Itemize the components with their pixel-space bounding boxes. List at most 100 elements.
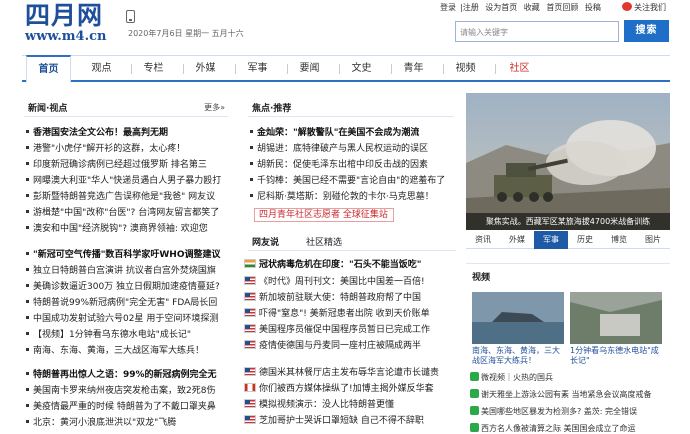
list-item[interactable]: 你们被西方媒体操纵了!加博主揭外媒反华套 [244,382,434,397]
list-item[interactable]: 网曝澳大利亚"华人"快递员遇白人男子暴力殴打 [24,174,221,189]
list-item[interactable]: 谢天雅坐上游泳公园有素 当地紧急会议高度戒备 [470,389,652,401]
tab-expo[interactable]: 博览 [602,231,636,249]
list-item[interactable]: 美国南卡罗来纳州夜店突发枪击案，致2死8伤 [24,384,215,399]
list-item[interactable]: 【视频】1分钟看乌东德水电站"成长记" [24,328,191,343]
list-item[interactable]: 千钧棒：美国已经不需要"言论自由"的遮羞布了 [248,174,445,189]
wechat-icon [470,423,479,432]
list-item[interactable]: 印度新冠确诊病例已经超过俄罗斯 排名第三 [24,158,207,173]
list-item[interactable]: 吓得"窒息"! 美新冠患者出院 收到天价账单 [244,307,430,322]
login-link[interactable]: 登录 [440,3,456,12]
list-item[interactable]: 澳安和中国"经济脱钩"? 澳商界领袖: 欢迎您 [24,222,208,237]
list-item[interactable]: 模拟视频演示：没人比特朗普更懂 [244,398,394,413]
video-caption-1[interactable]: 南海、东海、黄海，三大战区海军大练兵！ [472,346,566,366]
list-item[interactable]: 美疫情最严重的时候 特朗普为了不戴口罩夹鼻 [24,400,216,415]
list-item[interactable]: 南海、东海、黄海，三大战区海军大练兵！ [24,344,204,359]
col2-list: 金灿荣："解散警队"在美国不会成为潮流 胡锡进：底特律破产与黑人民权运动的误区 … [248,126,458,206]
tab-foreign[interactable]: 外媒 [500,231,534,249]
us-flag-icon [244,367,256,376]
tab-history[interactable]: 历史 [568,231,602,249]
nav-military[interactable]: 军事 [235,56,280,81]
list-item[interactable]: 美国哪些地区暴发为检测多? 盖茨: 完全错误 [470,406,637,418]
tab-netizen[interactable]: 网友说 [252,235,279,248]
list-item[interactable]: 胡锡进：底特律破产与黑人民权运动的误区 [248,142,428,157]
list-item[interactable]: 游楫楚"中国"改称"台医"? 台湾网友留言都笑了 [24,206,219,221]
headline-photo[interactable] [466,93,670,230]
nav-history[interactable]: 文史 [339,56,384,81]
nav-column[interactable]: 专栏 [131,56,176,81]
us-flag-icon [244,399,256,408]
col2-header: 焦点·推荐 [248,97,454,117]
logo-cn: 四月网 [25,1,104,30]
list-item[interactable]: 新加坡前驻联大使：特朗普政府帮了中国 [244,291,421,306]
list-item[interactable]: 美确诊数逼近300万 独立日假期加速疫情蔓延? [24,280,220,295]
col1-list: 香港国安法全文公布！最高判无期 港警"小虎仔"解开衫的这群，太心疼！ 印度新冠确… [24,126,230,434]
list-item[interactable]: 港警"小虎仔"解开衫的这群，太心疼！ [24,142,185,157]
col2-title: 焦点·推荐 [252,104,292,114]
search-button[interactable]: 搜索 [624,20,669,42]
us-flag-icon [244,292,256,301]
tab-pictures[interactable]: 图片 [636,231,670,249]
wechat-icon [470,389,479,398]
tab-info[interactable]: 资讯 [466,231,500,249]
list-item[interactable]: 胡新民：促使毛泽东出棺中印反击战的因素 [248,158,428,173]
nav-foreign[interactable]: 外媒 [183,56,228,81]
mobile-icon[interactable] [126,10,135,23]
list-item[interactable]: 芝加哥护士哭诉口罩短缺 自己不得不辞职 [244,414,424,429]
submit-link[interactable]: 投稿 [585,3,601,12]
review-link[interactable]: 首页回顾 [546,3,578,12]
list-item[interactable]: 微视频｜火热的国兵 [470,372,553,384]
list-item[interactable]: 中国成功发射试验六号02星 用于空间环境探测 [24,312,218,327]
list-item[interactable]: "新冠可空气传播"数百科学家吁WHO调整建议 [24,248,221,263]
tab-military[interactable]: 军事 [534,231,568,249]
logo-en: www.m4.cn [25,29,107,44]
list-item[interactable]: 疫情使德国与丹麦同一座村庄被隔成两半 [244,339,421,354]
wechat-icon [470,372,479,381]
list-item[interactable]: 西方名人像被清算之际 美国国会成立了命运 [470,423,636,434]
register-link[interactable]: 注册 [463,3,479,12]
us-flag-icon [244,324,256,333]
list-item[interactable]: 特朗普再出惊人之语：99%的新冠病例完全无 [24,368,217,383]
photo-caption[interactable]: 聚焦实战。西藏军区某旅海拔4700米战备训练 [466,213,670,230]
video-title: 视频 [472,273,491,283]
sethome-link[interactable]: 设为首页 [485,3,517,12]
favorite-link[interactable]: 收藏 [524,3,540,12]
us-flag-icon [244,340,256,349]
nav-community[interactable]: 社区 [497,56,542,81]
list-item[interactable]: 独立日特朗普白宫演讲 抗议者白宫外焚烧国旗 [24,264,216,279]
list-item[interactable]: 特朗普说99%新冠病例"完全无害" FDA局长回 [24,296,217,311]
top-links: 登录 |注册 设为首页 收藏 首页回顾 投稿 [440,3,601,12]
list-item[interactable]: 冠状病毒危机在印度："石头不能当饭吃" [244,258,421,273]
list-item[interactable]: 北京：黄河小浪底泄洪以"双龙"飞腾 [24,416,176,431]
volunteer-banner[interactable]: 四月青年社区志愿者 全球征集站 [254,208,394,222]
us-flag-icon [244,415,256,424]
video-thumb-1[interactable] [472,292,564,344]
tab-community[interactable]: 社区精选 [306,235,342,248]
list-item[interactable]: 美国程序员催促中国程序员暂日已完成工作 [244,323,430,338]
list-item[interactable]: 《时代》周刊刊文：美国比中国差一百倍! [244,275,425,290]
video-caption-2[interactable]: 1分钟看乌东德水电站"成长记" [570,346,664,366]
list-item[interactable]: 金灿荣："解散警队"在美国不会成为潮流 [248,126,419,141]
site-logo[interactable]: 四月网 www.m4.cn [25,2,117,46]
us-flag-icon [244,276,256,285]
list-item[interactable]: 德国米其林餐厅店主发布辱华言论遭市长谴责 [244,366,439,381]
nav-home[interactable]: 首页 [26,55,71,83]
photo-tabs: 资讯 外媒 军事 历史 博览 图片 [466,231,670,249]
list-item[interactable]: 彭斯暨特朗普竞选广告误称他是"我爸" 网友议 [24,190,215,205]
col1-header: 新闻·视点 更多» [24,97,228,117]
list-item[interactable]: 尼科斯·莫塔斯：别碰伦敦的卡尔·马克思墓！ [248,190,434,205]
col2-tabs: 网友说 社区精选 [248,233,456,251]
us-flag-icon [244,308,256,317]
list-item[interactable]: 香港国安法全文公布！最高判无期 [24,126,168,141]
wechat-icon [470,406,479,415]
video-thumb-2[interactable] [570,292,662,344]
weibo-icon [622,2,632,11]
search-input[interactable]: 请输入关键字 [455,21,619,42]
main-nav: 首页 观点 专栏 外媒 军事 要闻 文史 青年 视频 社区 [22,55,670,83]
follow-us[interactable]: 关注我们 [622,2,666,13]
nav-video[interactable]: 视频 [443,56,488,81]
nav-opinion[interactable]: 观点 [79,56,124,81]
nav-youth[interactable]: 青年 [391,56,436,81]
follow-label: 关注我们 [634,3,666,12]
nav-news[interactable]: 要闻 [287,56,332,81]
more-link[interactable]: 更多» [204,102,225,113]
